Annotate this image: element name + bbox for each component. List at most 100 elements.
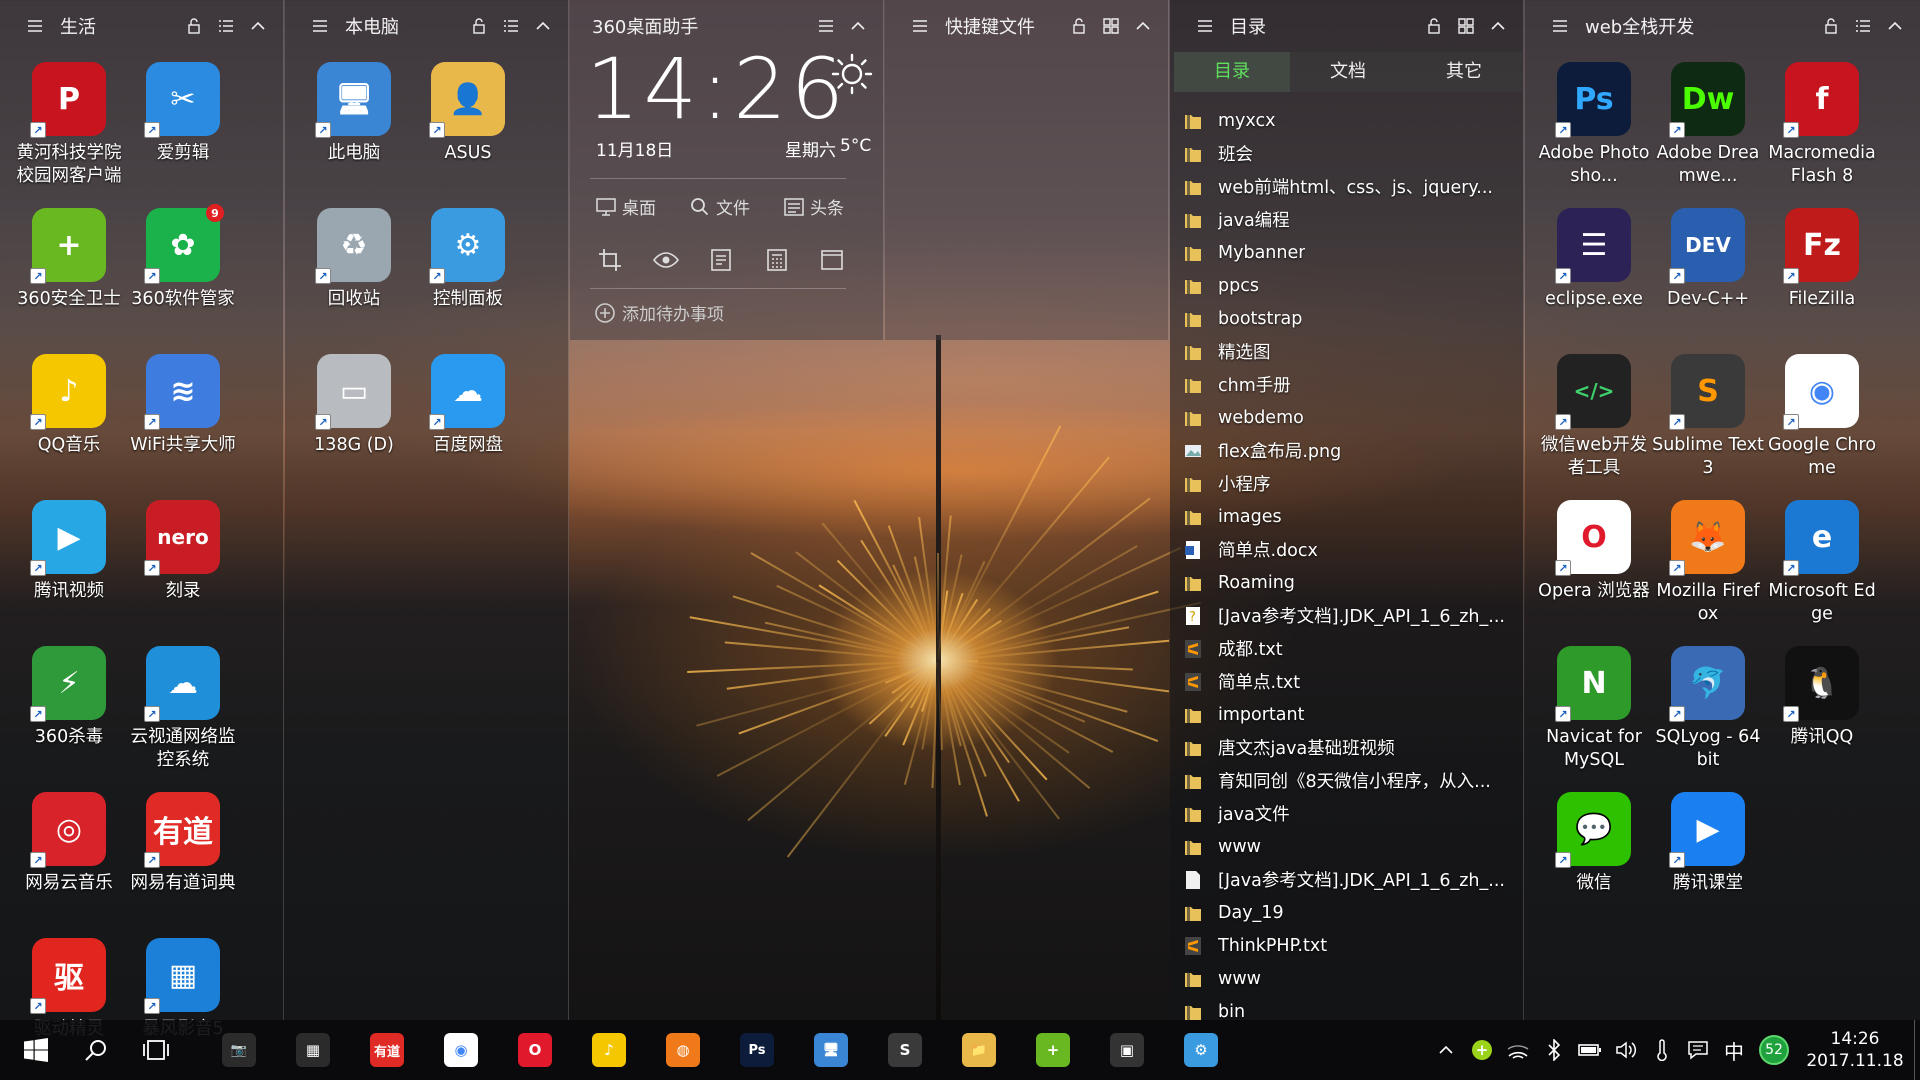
desktop-shortcut-user-folder[interactable]: 👤 ↗ ASUS: [411, 62, 525, 208]
desktop-shortcut-netease-music[interactable]: ◎ ↗ 网易云音乐: [12, 792, 126, 938]
desktop-shortcut-sublime[interactable]: S ↗ Sublime Text 3: [1651, 354, 1765, 500]
battery-icon[interactable]: [1572, 1043, 1608, 1057]
taskbar-explorer-app[interactable]: 📁: [942, 1020, 1016, 1080]
desktop-shortcut-nero[interactable]: nero ↗ 刻录: [126, 500, 240, 646]
search-button[interactable]: [66, 1020, 126, 1080]
taskbar-dark-app[interactable]: ▣: [1090, 1020, 1164, 1080]
desktop-shortcut-filezilla[interactable]: Fz ↗ FileZilla: [1765, 208, 1879, 354]
lock-icon[interactable]: [183, 15, 205, 37]
file-list-item[interactable]: webdemo: [1184, 401, 1524, 434]
file-list-item[interactable]: [Java参考文档].JDK_API_1_6_zh_...: [1184, 863, 1524, 896]
file-list-item[interactable]: web前端html、css、js、jquery...: [1184, 170, 1524, 203]
desktop-shortcut-youdao[interactable]: 有道 ↗ 网易有道词典: [126, 792, 240, 938]
desktop-shortcut-antivirus-shield[interactable]: ⚡ ↗ 360杀毒: [12, 646, 126, 792]
lock-icon[interactable]: [468, 15, 490, 37]
show-hidden-icons-chevron[interactable]: [1428, 1042, 1464, 1058]
desktop-shortcut-tencent-classroom[interactable]: ▶ ↗ 腾讯课堂: [1651, 792, 1765, 938]
menu-icon[interactable]: [24, 15, 46, 37]
desktop-shortcut-opera[interactable]: O ↗ Opera 浏览器: [1537, 500, 1651, 646]
bluetooth-icon[interactable]: [1536, 1039, 1572, 1061]
taskbar-qq-music-app[interactable]: ♪: [572, 1020, 646, 1080]
file-list-item[interactable]: java文件: [1184, 797, 1524, 830]
file-list-item[interactable]: images: [1184, 500, 1524, 533]
headlines-button[interactable]: 头条: [784, 194, 844, 219]
desktop-shortcut-qq-music[interactable]: ♪ ↗ QQ音乐: [12, 354, 126, 500]
file-list-item[interactable]: www: [1184, 830, 1524, 863]
file-list-item[interactable]: Mybanner: [1184, 236, 1524, 269]
desktop-shortcut-qq[interactable]: 🐧 ↗ 腾讯QQ: [1765, 646, 1879, 792]
crop-icon[interactable]: [598, 248, 622, 272]
file-list-item[interactable]: 班会: [1184, 137, 1524, 170]
taskbar-network-app[interactable]: 🖥: [794, 1020, 868, 1080]
file-list-item[interactable]: www: [1184, 962, 1524, 995]
desktop-shortcut-eclipse[interactable]: ☰ ↗ eclipse.exe: [1537, 208, 1651, 354]
360-tray-icon[interactable]: +: [1464, 1040, 1500, 1060]
thermometer-icon[interactable]: [1644, 1039, 1680, 1061]
volume-icon[interactable]: [1608, 1040, 1644, 1060]
taskbar-photoshop-app[interactable]: Ps: [720, 1020, 794, 1080]
file-list-item[interactable]: ThinkPHP.txt: [1184, 929, 1524, 962]
file-list-item[interactable]: important: [1184, 698, 1524, 731]
tab-documents[interactable]: 文档: [1290, 52, 1406, 92]
desktop-shortcut-campus-client[interactable]: P ↗ 黄河科技学院校园网客户端: [12, 62, 126, 208]
eye-icon[interactable]: [653, 248, 679, 272]
desktop-shortcut-drive[interactable]: ▭ ↗ 138G (D): [297, 354, 411, 500]
menu-icon[interactable]: [1194, 15, 1216, 37]
add-todo-button[interactable]: 添加待办事项: [594, 300, 724, 325]
input-method-indicator[interactable]: 中: [1716, 1036, 1752, 1065]
desktop-shortcut-firefox[interactable]: 🦊 ↗ Mozilla Firefox: [1651, 500, 1765, 646]
lock-icon[interactable]: [1423, 15, 1445, 37]
file-list-item[interactable]: 育知同创《8天微信小程序，从入...: [1184, 764, 1524, 797]
desktop-shortcut-recycle-bin[interactable]: ♻ ↗ 回收站: [297, 208, 411, 354]
file-list-item[interactable]: java编程: [1184, 203, 1524, 236]
file-list-item[interactable]: 小程序: [1184, 467, 1524, 500]
file-search-button[interactable]: 文件: [690, 194, 750, 219]
360-badge-icon[interactable]: 52: [1752, 1035, 1796, 1065]
calculator-icon[interactable]: [765, 248, 789, 272]
tab-other[interactable]: 其它: [1406, 52, 1522, 92]
file-list-item[interactable]: flex盒布局.png: [1184, 434, 1524, 467]
taskbar-sublime-app[interactable]: S: [868, 1020, 942, 1080]
task-view-button[interactable]: [126, 1020, 186, 1080]
list-view-icon[interactable]: [215, 15, 237, 37]
window-icon[interactable]: [820, 248, 844, 272]
taskbar-calculator-app[interactable]: ▦: [276, 1020, 350, 1080]
lock-icon[interactable]: [1068, 15, 1090, 37]
menu-icon[interactable]: [815, 15, 837, 37]
taskbar-opera-app[interactable]: O: [498, 1020, 572, 1080]
file-list-item[interactable]: ? [Java参考文档].JDK_API_1_6_zh_...: [1184, 599, 1524, 632]
file-list-item[interactable]: 成都.txt: [1184, 632, 1524, 665]
file-list-item[interactable]: 简单点.docx: [1184, 533, 1524, 566]
taskbar-camera-app[interactable]: 📷: [202, 1020, 276, 1080]
desktop-shortcut-tencent-video[interactable]: ▶ ↗ 腾讯视频: [12, 500, 126, 646]
start-button[interactable]: [6, 1020, 66, 1080]
notification-icon[interactable]: [1680, 1040, 1716, 1060]
taskbar-chrome-app[interactable]: ◉: [424, 1020, 498, 1080]
desktop-shortcut-photoshop[interactable]: Ps ↗ Adobe Photosho...: [1537, 62, 1651, 208]
file-list-item[interactable]: 唐文杰java基础班视频: [1184, 731, 1524, 764]
menu-icon[interactable]: [1549, 15, 1571, 37]
desktop-shortcut-film-reel[interactable]: ✂ ↗ 爱剪辑: [126, 62, 240, 208]
collapse-icon[interactable]: [247, 15, 269, 37]
collapse-icon[interactable]: [847, 15, 869, 37]
list-view-icon[interactable]: [1852, 15, 1874, 37]
desktop-shortcut-wechat-devtools[interactable]: </> ↗ 微信web开发者工具: [1537, 354, 1651, 500]
file-list-item[interactable]: myxcx: [1184, 104, 1524, 137]
grid-view-icon[interactable]: [1455, 15, 1477, 37]
desktop-shortcut-edge[interactable]: e ↗ Microsoft Edge: [1765, 500, 1879, 646]
grid-view-icon[interactable]: [1100, 15, 1122, 37]
menu-icon[interactable]: [309, 15, 331, 37]
wifi-icon[interactable]: [1500, 1040, 1536, 1060]
collapse-icon[interactable]: [1884, 15, 1906, 37]
collapse-icon[interactable]: [532, 15, 554, 37]
desktop-shortcut-wechat[interactable]: 💬 ↗ 微信: [1537, 792, 1651, 938]
file-list-item[interactable]: bootstrap: [1184, 302, 1524, 335]
desktop-shortcut-wifi[interactable]: ≋ ↗ WiFi共享大师: [126, 354, 240, 500]
taskbar-control-app[interactable]: ⚙: [1164, 1020, 1238, 1080]
file-list-item[interactable]: Day_19: [1184, 896, 1524, 929]
collapse-icon[interactable]: [1487, 15, 1509, 37]
desktop-shortcut-baidu-netdisk[interactable]: ☁ ↗ 百度网盘: [411, 354, 525, 500]
desktop-shortcut-sqlyog[interactable]: 🐬 ↗ SQLyog - 64 bit: [1651, 646, 1765, 792]
desktop-search-button[interactable]: 桌面: [596, 194, 656, 219]
notes-icon[interactable]: [710, 248, 734, 272]
